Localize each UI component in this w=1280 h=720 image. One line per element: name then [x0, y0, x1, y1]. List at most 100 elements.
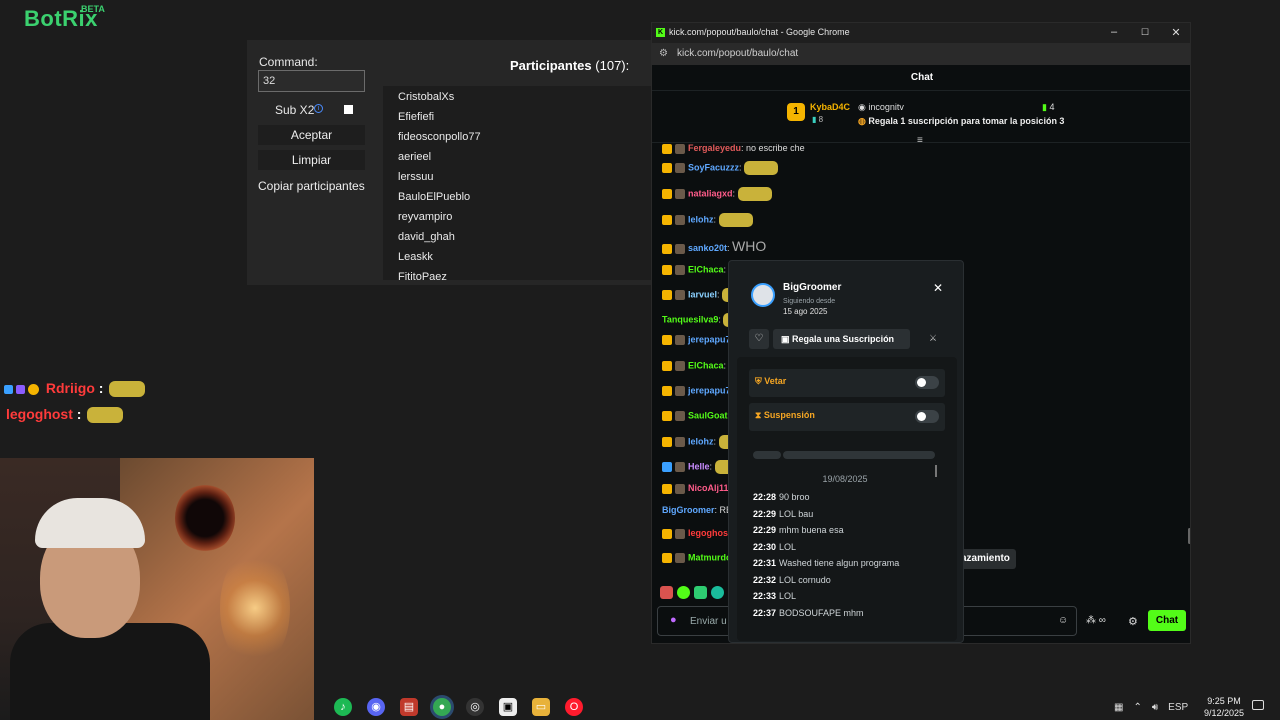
veto-row[interactable]: ⛨ Vetar	[749, 369, 945, 397]
sword-icon[interactable]: ⚔︎	[929, 333, 937, 344]
log-text: 90 broo	[779, 492, 810, 502]
spotify-icon[interactable]: ♪	[334, 698, 352, 716]
send-chat-button[interactable]: Chat	[1148, 610, 1186, 631]
chat-username[interactable]: Helle	[688, 461, 710, 471]
keyboard-icon[interactable]: ▦	[1114, 702, 1123, 713]
app-icon[interactable]: ▣	[499, 698, 517, 716]
chat-username[interactable]: Fergaleyedu	[688, 143, 741, 153]
notification-icon[interactable]	[1252, 700, 1264, 710]
chat-username[interactable]: lelohz	[688, 214, 714, 224]
chat-username[interactable]: SoyFacuzzz	[688, 162, 739, 172]
emote-icon[interactable]	[677, 586, 690, 599]
maximize-button[interactable]: ☐	[1138, 27, 1152, 38]
language-indicator[interactable]: ESP	[1168, 702, 1188, 713]
badge-icon	[662, 361, 672, 371]
list-item: Leaskk	[398, 251, 433, 263]
emote-icon[interactable]	[711, 586, 724, 599]
chat-username[interactable]: NicoAlj111	[688, 483, 733, 493]
chat-username[interactable]: ElChaca	[688, 264, 724, 274]
obs-icon[interactable]: ◎	[466, 698, 484, 716]
gift-sub-button[interactable]: ▣ Regala una Suscripción	[773, 329, 910, 349]
minimize-button[interactable]: –	[1107, 26, 1121, 38]
copy-participants-button[interactable]: Copiar participantes	[258, 176, 368, 196]
accept-button[interactable]: Aceptar	[258, 125, 365, 145]
log-text: Washed tiene algun programa	[779, 558, 900, 568]
chevron-up-icon[interactable]: ⌃	[1133, 702, 1141, 713]
chat-username[interactable]: jerepapu7	[688, 385, 731, 395]
log-entry: 22:30 LOL	[753, 542, 796, 552]
avatar[interactable]	[751, 283, 775, 307]
chat-username[interactable]: Tanquesilva9	[662, 314, 718, 324]
log-text: LOL	[779, 591, 797, 601]
badge-icon	[675, 290, 685, 300]
chat-username[interactable]: BigGroomer	[662, 505, 715, 515]
log-entry: 22:32 LOL cornudo	[753, 575, 831, 585]
close-icon[interactable]: ✕	[933, 281, 943, 295]
log-time: 22:29	[753, 525, 777, 535]
taskbar-clock[interactable]: 9:25 PM 9/12/2025	[1200, 695, 1248, 719]
close-window-button[interactable]: ✕	[1169, 26, 1183, 39]
badge-icon	[662, 163, 672, 173]
emote-icon[interactable]	[694, 586, 707, 599]
gift-prompt[interactable]: ◍ Regala 1 suscripción para tomar la pos…	[858, 116, 1064, 127]
title-bar[interactable]: K kick.com/popout/baulo/chat - Google Ch…	[652, 23, 1190, 43]
heart-icon[interactable]: ♡	[749, 329, 769, 349]
clock-date: 9/12/2025	[1203, 708, 1245, 718]
gear-icon[interactable]: ⚙︎	[1128, 615, 1138, 628]
badge-icon	[675, 411, 685, 421]
webcam-person-body	[10, 623, 210, 720]
badge-icon	[675, 361, 685, 371]
badge-icon	[662, 215, 672, 225]
volume-icon[interactable]: 🔊︎	[1152, 702, 1158, 713]
explorer-icon[interactable]: ▭	[532, 698, 550, 716]
badge-icon	[675, 437, 685, 447]
badge-icon	[662, 265, 672, 275]
list-item: Efiefiefi	[398, 111, 435, 123]
chat-message: sanko20t: WHO	[662, 238, 766, 254]
clock-time: 9:25 PM	[1207, 696, 1241, 706]
veto-toggle[interactable]	[915, 376, 939, 389]
site-settings-icon[interactable]: ⚙︎	[659, 48, 668, 59]
moderation-panel: ⛨ Vetar ⧗ Suspensión 19/08/2025 22:28 90 …	[737, 357, 957, 641]
clear-button[interactable]: Limpiar	[258, 150, 365, 170]
chat-scrollbar[interactable]	[1188, 528, 1190, 544]
emote-icon[interactable]	[660, 586, 673, 599]
mic-icon[interactable]: ●	[670, 614, 677, 626]
chat-username[interactable]: nataliagxd	[688, 188, 733, 198]
chat-username[interactable]: sanko20t	[688, 243, 727, 253]
info-icon[interactable]: i	[314, 104, 323, 113]
chat-username[interactable]: legoghost	[688, 528, 731, 538]
channel-points-icon[interactable]: ⁂ ∞	[1086, 615, 1106, 626]
chat-input[interactable]: Enviar u	[690, 616, 727, 627]
badge-icon	[662, 411, 672, 421]
log-text: BODSOUFAPE mhm	[779, 607, 864, 618]
chat-message: SoyFacuzzz:	[662, 161, 779, 175]
chrome-icon[interactable]: ●	[433, 698, 451, 716]
chat-username[interactable]: ElChaca	[688, 360, 724, 370]
top-gifter-name[interactable]: KybaD4C	[810, 102, 850, 112]
chat-username[interactable]: larvuel	[688, 289, 717, 299]
suspend-row[interactable]: ⧗ Suspensión	[749, 403, 945, 431]
badge-icon	[662, 189, 672, 199]
address-bar[interactable]: ⚙︎ kick.com/popout/baulo/chat	[652, 43, 1190, 65]
command-input[interactable]	[258, 70, 365, 92]
emoji-icon[interactable]: ☺	[1058, 615, 1068, 626]
incognito-gifter: ◉ incognitv	[858, 102, 904, 113]
participants-title-text: Participantes	[510, 58, 592, 73]
emote-bar	[660, 586, 724, 599]
opera-icon[interactable]: O	[565, 698, 583, 716]
url-text[interactable]: kick.com/popout/baulo/chat	[677, 48, 798, 59]
log-time: 22:31	[753, 558, 777, 568]
suspend-toggle[interactable]	[915, 410, 939, 423]
chat-username[interactable]: lelohz	[688, 436, 714, 446]
participants-title: Participantes (107):	[510, 58, 629, 73]
badge-icon	[675, 483, 685, 494]
voicemeeter-icon[interactable]: ▤	[400, 698, 418, 716]
chat-username[interactable]: jerepapu7	[688, 334, 731, 344]
subx2-checkbox[interactable]	[344, 105, 353, 114]
discord-icon[interactable]: ◉	[367, 698, 385, 716]
user-card-name[interactable]: BigGroomer	[783, 282, 841, 293]
participants-list[interactable]: CristobalXs Efiefiefi fideosconpollo77 a…	[383, 86, 651, 280]
gift-prompt-text: Regala 1 suscripción para tomar la posic…	[868, 116, 1065, 126]
gift-leaderboard: 1 KybaD4C ▮ 8 ◉ incognitv ▮ 4 ◍ Regala 1…	[652, 91, 1190, 146]
